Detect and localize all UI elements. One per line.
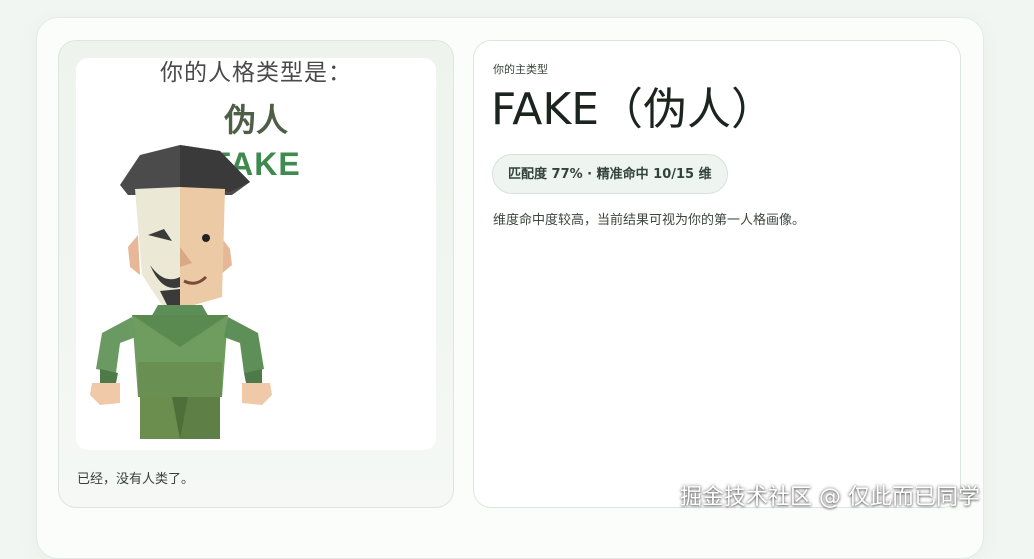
poster-heading: 你的人格类型是：	[160, 60, 352, 86]
poster-type-cn: 伪人	[223, 101, 288, 139]
result-description: 维度命中度较高，当前结果可视为你的第一人格画像。	[493, 213, 806, 228]
type-caption: 已经，没有人类了。	[77, 472, 195, 487]
fake-character-illustration	[90, 145, 272, 439]
main-type-label: 你的主类型	[493, 63, 548, 76]
match-badge: 匹配度 77% · 精准命中 10/15 维	[492, 154, 728, 194]
main-type-title: FAKE（伪人）	[491, 84, 776, 135]
watermark: 掘金技术社区 @ 仅此而已同学	[680, 485, 980, 510]
